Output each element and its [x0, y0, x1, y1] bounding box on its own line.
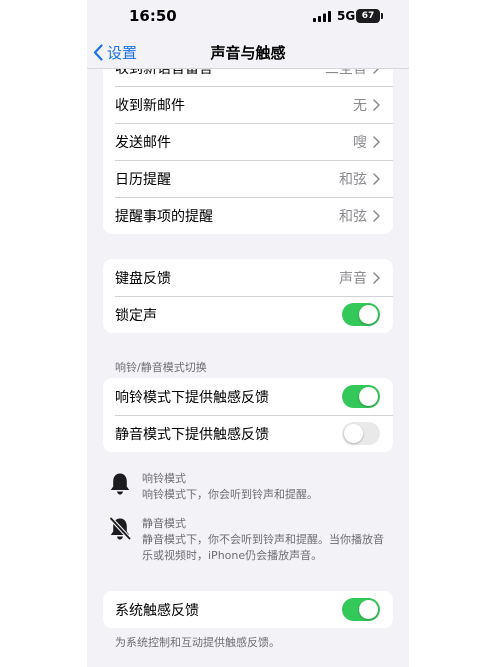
list-item-keyboard-feedback[interactable]: 键盘反馈 声音 — [103, 259, 393, 296]
list-item-calendar-alerts[interactable]: 日历提醒 和弦 — [103, 160, 393, 197]
row-label: 系统触感反馈 — [115, 602, 199, 619]
ring-haptics-toggle[interactable] — [342, 385, 380, 408]
row-label: 键盘反馈 — [115, 270, 171, 287]
silent-mode-text: 静音模式下，你不会听到铃声和提醒。当你播放音乐或视频时，iPhone仍会播放声音… — [142, 533, 384, 562]
toggle-knob — [359, 387, 378, 406]
toggle-knob — [359, 600, 378, 619]
row-label: 响铃模式下提供触感反馈 — [115, 389, 269, 406]
cellular-signal-icon — [313, 11, 331, 22]
battery-tip — [381, 13, 383, 19]
bell-icon — [110, 473, 130, 495]
lock-sound-toggle[interactable] — [342, 303, 380, 326]
battery-icon: 67 — [356, 9, 380, 23]
system-haptics-footer: 为系统控制和互动提供触感反馈。 — [115, 636, 280, 649]
system-haptics-toggle[interactable] — [342, 598, 380, 621]
list-item-lock-sound: 锁定声 — [103, 296, 393, 333]
toggle-knob — [344, 424, 363, 443]
chevron-right-icon — [373, 135, 380, 148]
silent-mode-description: 静音模式 静音模式下，你不会听到铃声和提醒。当你播放音乐或视频时，iPhone仍… — [109, 515, 389, 567]
chevron-right-icon — [373, 271, 380, 284]
status-time: 16:50 — [129, 7, 177, 25]
toggle-knob — [359, 305, 378, 324]
ring-silent-section-header: 响铃/静音模式切换 — [115, 361, 207, 374]
list-item-silent-haptics: 静音模式下提供触感反馈 — [103, 415, 393, 452]
ring-silent-haptics-group: 响铃模式下提供触感反馈 静音模式下提供触感反馈 — [103, 378, 393, 452]
page-title: 声音与触感 — [210, 44, 286, 62]
row-label: 锁定声 — [115, 307, 157, 324]
settings-screen: 16:50 5G 67 设置 声音与触感 收到新语音留言 三全音 — [87, 0, 409, 667]
silent-mode-title: 静音模式 — [142, 517, 186, 530]
system-sounds-group: 键盘反馈 声音 锁定声 — [103, 259, 393, 333]
row-label: 提醒事项的提醒 — [115, 208, 213, 225]
list-item-reminder-alerts[interactable]: 提醒事项的提醒 和弦 — [103, 197, 393, 234]
chevron-right-icon — [373, 98, 380, 111]
bell-slash-icon — [109, 517, 131, 541]
ring-mode-text: 响铃模式下，你会听到铃声和提醒。 — [142, 488, 318, 501]
chevron-right-icon — [373, 209, 380, 222]
ring-mode-title: 响铃模式 — [142, 472, 186, 485]
row-value: 声音 — [339, 270, 367, 287]
list-item-system-haptics: 系统触感反馈 — [103, 591, 393, 628]
row-value: 和弦 — [339, 208, 367, 225]
row-label: 发送邮件 — [115, 134, 171, 151]
status-bar: 16:50 5G 67 — [87, 0, 409, 36]
row-label: 收到新邮件 — [115, 97, 185, 114]
silent-haptics-toggle[interactable] — [342, 422, 380, 445]
chevron-right-icon — [373, 172, 380, 185]
row-value: 和弦 — [339, 171, 367, 188]
navigation-bar: 设置 声音与触感 — [87, 36, 409, 69]
system-haptics-group: 系统触感反馈 — [103, 591, 393, 628]
ring-mode-description: 响铃模式 响铃模式下，你会听到铃声和提醒。 — [109, 470, 389, 506]
row-value: 嗖 — [353, 134, 367, 151]
alert-sounds-group: 收到新语音留言 三全音 收到新邮件 无 发送邮件 嗖 日历提醒 和弦 — [103, 49, 393, 234]
row-label: 日历提醒 — [115, 171, 171, 188]
list-item-new-mail[interactable]: 收到新邮件 无 — [103, 86, 393, 123]
row-label: 静音模式下提供触感反馈 — [115, 426, 269, 443]
network-type: 5G — [337, 9, 356, 23]
row-value: 无 — [353, 97, 367, 114]
list-item-ring-haptics: 响铃模式下提供触感反馈 — [103, 378, 393, 415]
list-item-sent-mail[interactable]: 发送邮件 嗖 — [103, 123, 393, 160]
